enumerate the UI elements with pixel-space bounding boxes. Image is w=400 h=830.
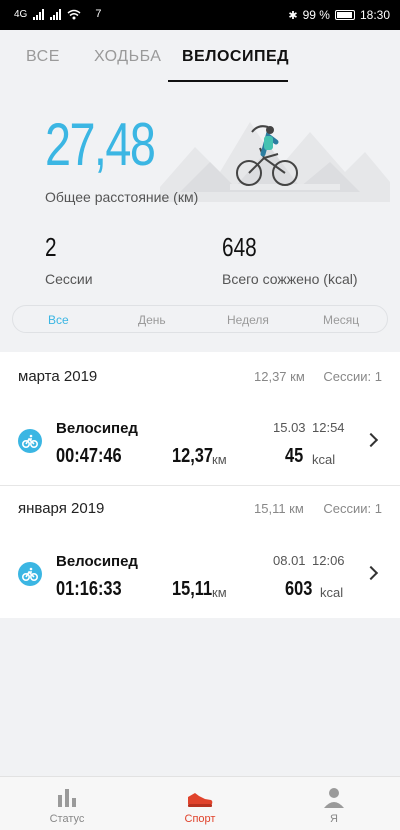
nav-sport-label: Спорт bbox=[184, 813, 216, 825]
status-right: ✱ 99 % 18:30 bbox=[288, 8, 390, 22]
bluetooth-icon: ✱ bbox=[288, 9, 298, 22]
activity-distance-unit: км bbox=[212, 585, 227, 600]
month-distance: 15,11 км bbox=[254, 501, 304, 516]
battery-percent: 99 % bbox=[302, 8, 330, 22]
chevron-right-icon bbox=[363, 432, 379, 448]
network-type: 4G bbox=[14, 8, 28, 20]
activity-distance: 15,11 bbox=[172, 578, 213, 600]
signal-icon bbox=[33, 8, 45, 20]
tab-cycling[interactable]: ВЕЛОСИПЕД bbox=[182, 48, 289, 66]
calories-label: Всего сожжено (kcal) bbox=[222, 271, 358, 287]
activity-date: 15.03 bbox=[273, 420, 306, 435]
nav-me-label: Я bbox=[330, 813, 338, 825]
filter-day[interactable]: День bbox=[138, 313, 166, 327]
month-sessions: Сессии: 1 bbox=[323, 501, 382, 516]
bicycle-icon bbox=[18, 429, 42, 453]
calories-value: 648 bbox=[222, 232, 257, 262]
activity-calories: 45 bbox=[285, 445, 304, 467]
nav-sport[interactable]: Спорт bbox=[160, 785, 240, 825]
activity-duration: 01:16:33 bbox=[56, 578, 122, 600]
chevron-right-icon bbox=[363, 565, 379, 581]
activity-calories-unit: kcal bbox=[312, 452, 336, 467]
activity-distance: 12,37 bbox=[172, 445, 214, 467]
wifi-icon bbox=[67, 9, 81, 19]
filter-month[interactable]: Месяц bbox=[323, 313, 359, 327]
nav-status-label: Статус bbox=[49, 813, 85, 825]
status-left: 4G 7 bbox=[14, 8, 101, 20]
bar-chart-icon bbox=[58, 789, 76, 807]
month-title: марта 2019 bbox=[18, 368, 98, 385]
activity-row[interactable]: Велосипед 15.03 12:54 00:47:46 12,37 км … bbox=[0, 405, 400, 475]
bottom-navigation: Статус Спорт Я bbox=[0, 776, 400, 830]
person-icon bbox=[324, 788, 344, 808]
tab-walking[interactable]: ХОДЬБА bbox=[94, 48, 161, 66]
summary-section: 27,48 Общее расстояние (км) 2 Сессии 648… bbox=[0, 82, 400, 352]
period-filter: Все День Неделя Месяц bbox=[12, 305, 388, 333]
activity-duration: 00:47:46 bbox=[56, 445, 122, 467]
battery-icon bbox=[334, 10, 355, 20]
month-distance: 12,37 км bbox=[254, 369, 305, 384]
filter-all[interactable]: Все bbox=[48, 313, 69, 327]
notification-count: 7 bbox=[95, 8, 102, 20]
sessions-label: Сессии bbox=[45, 271, 93, 287]
tab-all[interactable]: ВСЕ bbox=[26, 48, 60, 66]
sport-tabs: ВСЕ ХОДЬБА ВЕЛОСИПЕД bbox=[0, 30, 400, 82]
activity-calories: 603 bbox=[285, 578, 313, 600]
status-bar: 4G 7 ✱ 99 % 18:30 bbox=[0, 0, 400, 30]
bicycle-icon bbox=[18, 562, 42, 586]
activity-date: 08.01 bbox=[273, 553, 306, 568]
activity-time: 12:54 bbox=[312, 420, 345, 435]
month-title: января 2019 bbox=[18, 500, 105, 517]
activity-time: 12:06 bbox=[312, 553, 345, 568]
activity-calories-unit: kcal bbox=[320, 585, 344, 600]
activity-distance-unit: км bbox=[212, 452, 227, 467]
total-distance-label: Общее расстояние (км) bbox=[45, 189, 199, 205]
total-distance-value: 27,48 bbox=[45, 111, 156, 178]
nav-status[interactable]: Статус bbox=[27, 785, 107, 825]
signal-icon-2 bbox=[50, 8, 62, 20]
activity-name: Велосипед bbox=[56, 553, 138, 570]
nav-me[interactable]: Я bbox=[294, 785, 374, 825]
activity-row[interactable]: Велосипед 08.01 12:06 01:16:33 15,11 км … bbox=[0, 538, 400, 608]
sessions-value: 2 bbox=[45, 232, 57, 262]
sneaker-icon bbox=[188, 793, 213, 807]
activity-name: Велосипед bbox=[56, 420, 138, 437]
filter-week[interactable]: Неделя bbox=[227, 313, 269, 327]
clock: 18:30 bbox=[359, 8, 390, 22]
month-sessions: Сессии: 1 bbox=[323, 369, 382, 384]
